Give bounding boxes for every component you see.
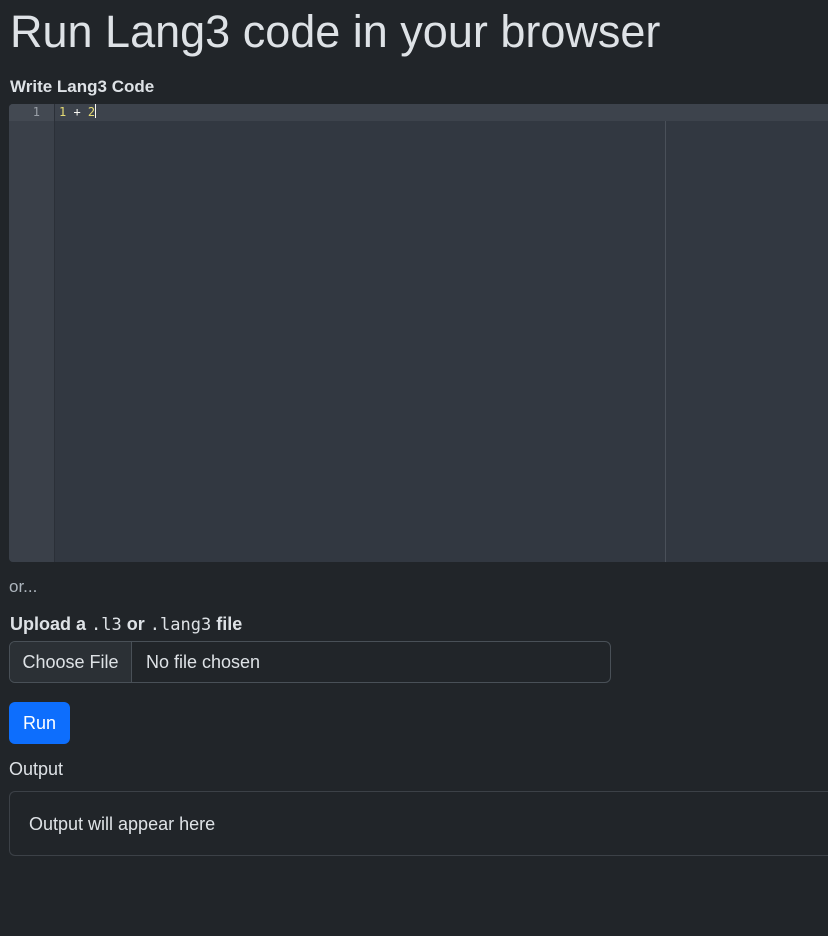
active-line-highlight xyxy=(9,104,828,121)
file-status: No file chosen xyxy=(146,651,261,672)
code-token-number: 2 xyxy=(87,105,96,119)
run-button[interactable]: Run xyxy=(9,702,70,744)
upload-label: Upload a .l3 or .lang3 file xyxy=(10,612,242,637)
page: Run Lang3 code in your browser Write Lan… xyxy=(0,0,828,936)
output-box: Output will appear here xyxy=(9,791,828,856)
file-extension-l3: .l3 xyxy=(91,615,122,635)
output-text: Output will appear here xyxy=(29,814,216,834)
upload-label-prefix: Upload a xyxy=(10,614,87,634)
upload-label-middle: or xyxy=(126,614,145,634)
file-extension-lang3: .lang3 xyxy=(149,615,212,635)
or-separator: or... xyxy=(9,577,38,596)
choose-file-button[interactable]: Choose File xyxy=(10,642,132,682)
file-input[interactable]: Choose File No file chosen xyxy=(9,641,611,683)
output-label: Output xyxy=(9,759,64,779)
code-token-operator: + xyxy=(66,105,88,119)
text-cursor xyxy=(95,104,97,118)
page-title: Run Lang3 code in your browser xyxy=(10,6,661,57)
code-editor[interactable]: 1 1 + 2 xyxy=(9,104,828,562)
editor-label: Write Lang3 Code xyxy=(10,77,155,96)
line-number: 1 xyxy=(32,105,40,119)
code-line[interactable]: 1 + 2 xyxy=(59,104,97,121)
upload-label-suffix: file xyxy=(216,614,243,634)
line-number-gutter: 1 xyxy=(9,104,55,562)
print-margin-line xyxy=(665,121,666,562)
